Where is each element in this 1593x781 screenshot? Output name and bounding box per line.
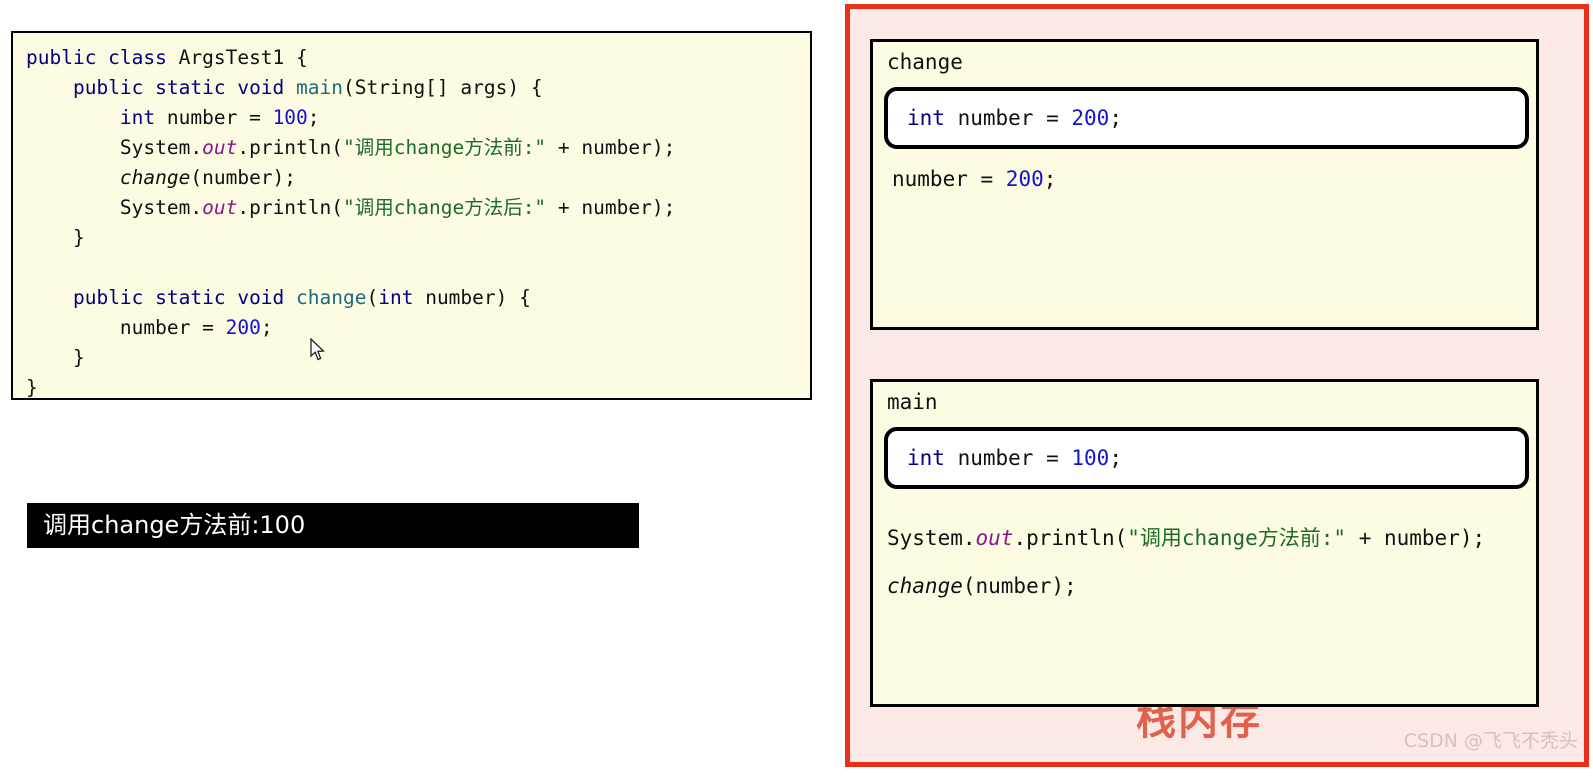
code-token: ( (366, 286, 379, 309)
code-token: (number); (962, 574, 1077, 598)
code-token: change (296, 286, 367, 309)
code-token: } (26, 346, 85, 369)
stack-frame-main-label: main (887, 390, 938, 414)
code-token: System. (26, 136, 203, 159)
code-line: public static void change(int number) { (26, 283, 810, 313)
code-editor-text: public class ArgsTest1 { public static v… (13, 33, 810, 399)
code-token: number = (892, 167, 1006, 191)
code-token: ; (1043, 167, 1057, 191)
code-token: + number); (546, 196, 676, 219)
java-code-editor[interactable]: public class ArgsTest1 { public static v… (11, 31, 812, 400)
code-token: .println( (1013, 526, 1128, 550)
code-line: int number = 100; (26, 103, 810, 133)
code-token: int (119, 106, 167, 129)
code-line: public class ArgsTest1 { (26, 43, 810, 73)
code-token: 200 (225, 316, 261, 339)
code-token: out (202, 196, 238, 219)
code-token: + number); (1346, 526, 1486, 550)
code-token: number = (166, 106, 273, 129)
stack-frame-change: change int number = 200; number = 200; (870, 39, 1539, 330)
code-line: change(number); (26, 163, 810, 193)
stack-frame-change-statement-1: number = 200; (892, 167, 1056, 191)
code-token: number = (957, 106, 1072, 130)
code-token: } (26, 226, 85, 249)
stack-frame-main-variable-box: int number = 100; (884, 427, 1529, 489)
mouse-cursor-icon (310, 338, 325, 361)
code-token: (number); (190, 166, 297, 189)
code-token: number = (957, 446, 1072, 470)
code-token: public static void (72, 76, 297, 99)
code-token: 100 (1071, 446, 1110, 470)
code-token: ; (307, 106, 320, 129)
code-token: int (378, 286, 426, 309)
code-token: ; (1109, 106, 1122, 130)
code-token: number) { (425, 286, 531, 309)
code-token: } (26, 376, 38, 399)
stack-frame-main-statement-2: change(number); (887, 574, 1077, 598)
code-token: change (119, 166, 191, 189)
code-token: System. (887, 526, 976, 550)
code-token: "调用change方法前:" (1127, 526, 1347, 550)
code-line: System.out.println("调用change方法前:" + numb… (26, 133, 810, 163)
code-token: (String[] args) { (343, 76, 543, 99)
code-token: .println( (237, 196, 344, 219)
code-token: "调用change方法前:" (343, 136, 547, 159)
code-line: } (26, 373, 810, 399)
code-token: ; (260, 316, 273, 339)
code-token: ArgsTest1 { (178, 46, 308, 69)
stack-frame-main: main int number = 100; System.out.printl… (870, 379, 1539, 707)
code-line: public static void main(String[] args) { (26, 73, 810, 103)
code-token: int (907, 106, 958, 130)
left-pane: public class ArgsTest1 { public static v… (0, 0, 840, 781)
code-token: public class (26, 46, 179, 69)
code-token: out (975, 526, 1014, 550)
code-token: public static void (72, 286, 297, 309)
csdn-watermark: CSDN @飞飞不秃头 (1403, 730, 1578, 752)
code-token: "调用change方法后:" (343, 196, 547, 219)
stack-frame-change-variable-box: int number = 200; (884, 87, 1529, 149)
stack-memory-panel: 栈内存 change int number = 200; number = 20… (845, 4, 1589, 767)
code-token: out (202, 136, 238, 159)
stack-frame-main-statement-1: System.out.println("调用change方法前:" + numb… (887, 522, 1485, 552)
console-output: 调用change方法前:100 (27, 503, 639, 548)
code-token: 100 (272, 106, 308, 129)
code-line: System.out.println("调用change方法后:" + numb… (26, 193, 810, 223)
code-token: 200 (1005, 167, 1044, 191)
code-token: .println( (237, 136, 344, 159)
code-token: number = (26, 316, 226, 339)
code-token: main (296, 76, 343, 99)
stack-frame-change-label: change (887, 50, 963, 74)
code-token: int (907, 446, 958, 470)
code-token: ; (1109, 446, 1122, 470)
code-token: + number); (546, 136, 676, 159)
code-token: 200 (1071, 106, 1110, 130)
code-token: System. (26, 196, 203, 219)
code-token: change (887, 574, 963, 598)
code-line: } (26, 343, 810, 373)
code-line: } (26, 223, 810, 253)
code-line: number = 200; (26, 313, 810, 343)
